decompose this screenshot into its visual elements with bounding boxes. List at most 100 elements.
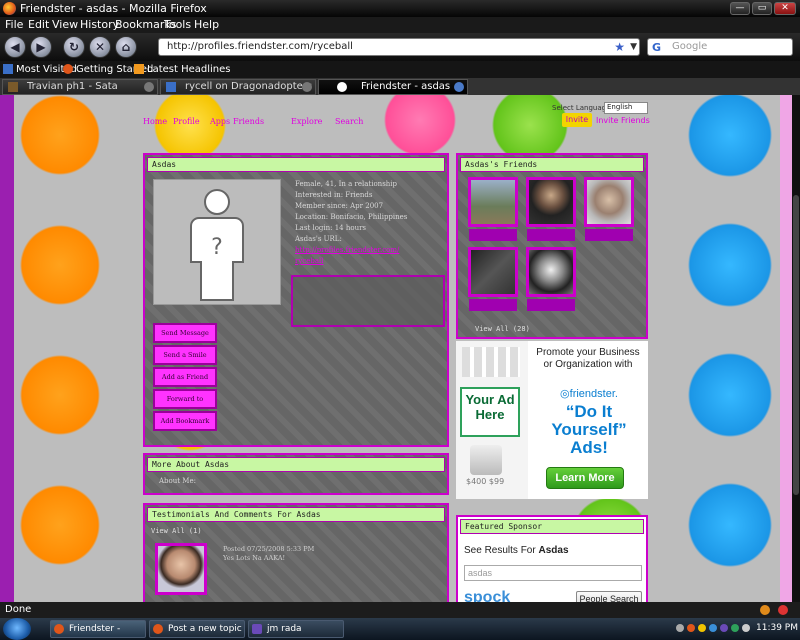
friends-header: Asdas's Friends <box>460 157 644 172</box>
back-icon[interactable]: ◀ <box>4 36 26 58</box>
friend-name[interactable] <box>469 299 517 311</box>
nav-apps[interactable]: Apps <box>210 117 230 126</box>
task-firefox[interactable]: Friendster - asdas ... <box>50 620 146 638</box>
minimize-button[interactable]: — <box>730 2 750 15</box>
bookmarks-toolbar: Most Visited Getting Started Latest Head… <box>0 61 800 78</box>
profile-url-link[interactable]: http://profiles.friendster.com/ <box>295 245 445 256</box>
tab-bar: Travian ph1 - Sata (-197|78) rycell on D… <box>0 78 800 106</box>
sponsor-header: Featured Sponsor <box>460 519 644 534</box>
taskbar-clock[interactable]: 11:39 PM <box>756 623 798 633</box>
tray-icon[interactable] <box>709 624 717 632</box>
maximize-button[interactable]: ▭ <box>752 2 772 15</box>
home-icon[interactable]: ⌂ <box>115 36 137 58</box>
testimonials-header: Testimonials And Comments For Asdas <box>147 507 445 522</box>
nav-friends[interactable]: Friends <box>233 117 264 126</box>
friend-name[interactable] <box>527 299 575 311</box>
tab-travian[interactable]: Travian ph1 - Sata (-197|78) <box>2 79 158 106</box>
nav-profile[interactable]: Profile <box>173 117 200 126</box>
testimonial-body: Yes Lots Na AAKA! <box>223 554 286 562</box>
menu-file[interactable]: File <box>5 18 23 31</box>
tray-icon[interactable] <box>676 624 684 632</box>
url-text: http://profiles.friendster.com/ryceball <box>167 41 353 52</box>
detail-line: Last login: 14 hours <box>295 224 367 232</box>
nav-home[interactable]: Home <box>143 117 167 126</box>
search-placeholder: Google <box>672 41 708 52</box>
close-button[interactable]: ✕ <box>774 2 796 15</box>
friend-photo[interactable] <box>526 177 576 227</box>
tray-icon[interactable] <box>698 624 706 632</box>
firefox-icon <box>54 624 64 634</box>
friend-name[interactable] <box>527 229 575 241</box>
addon-icon[interactable] <box>760 605 770 615</box>
bookmark-star-icon[interactable]: ★ <box>614 39 625 55</box>
friend-photo[interactable] <box>584 177 634 227</box>
menu-view[interactable]: View <box>52 18 78 31</box>
page-scrollbar[interactable] <box>792 95 800 602</box>
menu-history[interactable]: History <box>80 18 119 31</box>
menu-help[interactable]: Help <box>194 18 219 31</box>
reload-icon[interactable]: ↻ <box>63 36 85 58</box>
nav-explore[interactable]: Explore <box>291 117 322 126</box>
status-bar: Done <box>0 602 800 618</box>
tray-icon[interactable] <box>720 624 728 632</box>
stop-icon[interactable]: ✕ <box>89 36 111 58</box>
friend-photo[interactable] <box>526 247 576 297</box>
tab-friendster[interactable]: Friendster - asdas <box>318 79 468 95</box>
testimonial-avatar[interactable] <box>155 543 207 595</box>
firefox-icon <box>3 2 16 15</box>
taskbar: Friendster - asdas ... Post a new topic … <box>0 618 800 640</box>
task-post-topic[interactable]: Post a new topic - ... <box>149 620 245 638</box>
search-input[interactable]: G Google <box>647 38 793 56</box>
scrollbar-thumb[interactable] <box>793 195 799 495</box>
profile-url-link[interactable]: ryceball <box>295 256 445 267</box>
volume-icon[interactable] <box>742 624 750 632</box>
close-icon[interactable] <box>302 82 312 92</box>
menu-tools[interactable]: Tools <box>164 18 191 31</box>
task-messenger[interactable]: jm rada (jm_rada) <box>248 620 344 638</box>
see-results-label: See Results For <box>464 545 536 556</box>
forward-icon[interactable]: ▶ <box>30 36 52 58</box>
tray-icon[interactable] <box>687 624 695 632</box>
dragon-icon <box>166 82 176 92</box>
view-all-testimonials-link[interactable]: View All (1) <box>151 527 202 535</box>
menu-edit[interactable]: Edit <box>28 18 49 31</box>
bookmark-latest-headlines[interactable]: Latest Headlines <box>147 64 231 75</box>
friend-name[interactable] <box>469 229 517 241</box>
menu-bar: File Edit View History Bookmarks Tools H… <box>0 17 800 33</box>
url-input[interactable]: http://profiles.friendster.com/ryceball … <box>158 38 640 56</box>
tray-icon[interactable] <box>731 624 739 632</box>
invite-button[interactable]: Invite <box>562 113 592 127</box>
adblock-icon[interactable] <box>778 605 788 615</box>
view-all-friends-link[interactable]: View All (28) <box>475 325 530 333</box>
add-friend-button[interactable]: Add as Friend <box>153 367 217 387</box>
ad-headline: “Do It Yourself” Ads! <box>551 402 627 457</box>
friend-photo[interactable] <box>468 177 518 227</box>
close-icon[interactable] <box>454 82 464 92</box>
friend-name[interactable] <box>585 229 633 241</box>
start-button[interactable] <box>3 618 31 640</box>
forward-friend-button[interactable]: Forward to Friend <box>153 389 217 419</box>
firefox-icon <box>153 624 163 634</box>
your-ad-here-box: Your Ad Here <box>460 387 520 437</box>
tab-dragonadopters[interactable]: rycell on Dragonadopters <box>160 79 316 95</box>
friends-panel: Asdas's Friends <box>456 153 648 339</box>
people-search-input[interactable]: asdas <box>464 565 642 581</box>
language-select[interactable]: English <box>604 102 648 114</box>
friendster-icon <box>337 82 347 92</box>
invite-friends-link[interactable]: Invite Friends <box>596 116 650 125</box>
friend-photo[interactable] <box>468 247 518 297</box>
travian-icon <box>8 82 18 92</box>
status-text: Done <box>5 604 32 615</box>
send-message-button[interactable]: Send Message <box>153 323 217 343</box>
language-selector: Select Language English <box>552 102 648 114</box>
chevron-down-icon[interactable]: ▼ <box>630 39 637 55</box>
add-bookmark-button[interactable]: Add Bookmark <box>153 411 217 431</box>
close-icon[interactable] <box>144 82 154 92</box>
see-results-text: See Results For Asdas <box>464 545 569 556</box>
nav-search[interactable]: Search <box>335 117 363 126</box>
send-smile-button[interactable]: Send a Smile <box>153 345 217 365</box>
learn-more-button[interactable]: Learn More <box>546 467 624 489</box>
people-search-button[interactable]: People Search <box>576 591 642 602</box>
ad-banner[interactable]: Your Ad Here $400 $99 Promote your Busin… <box>456 341 648 499</box>
testimonial-text: Posted 07/25/2008 5:33 PM Yes Lots Na AA… <box>223 545 314 563</box>
